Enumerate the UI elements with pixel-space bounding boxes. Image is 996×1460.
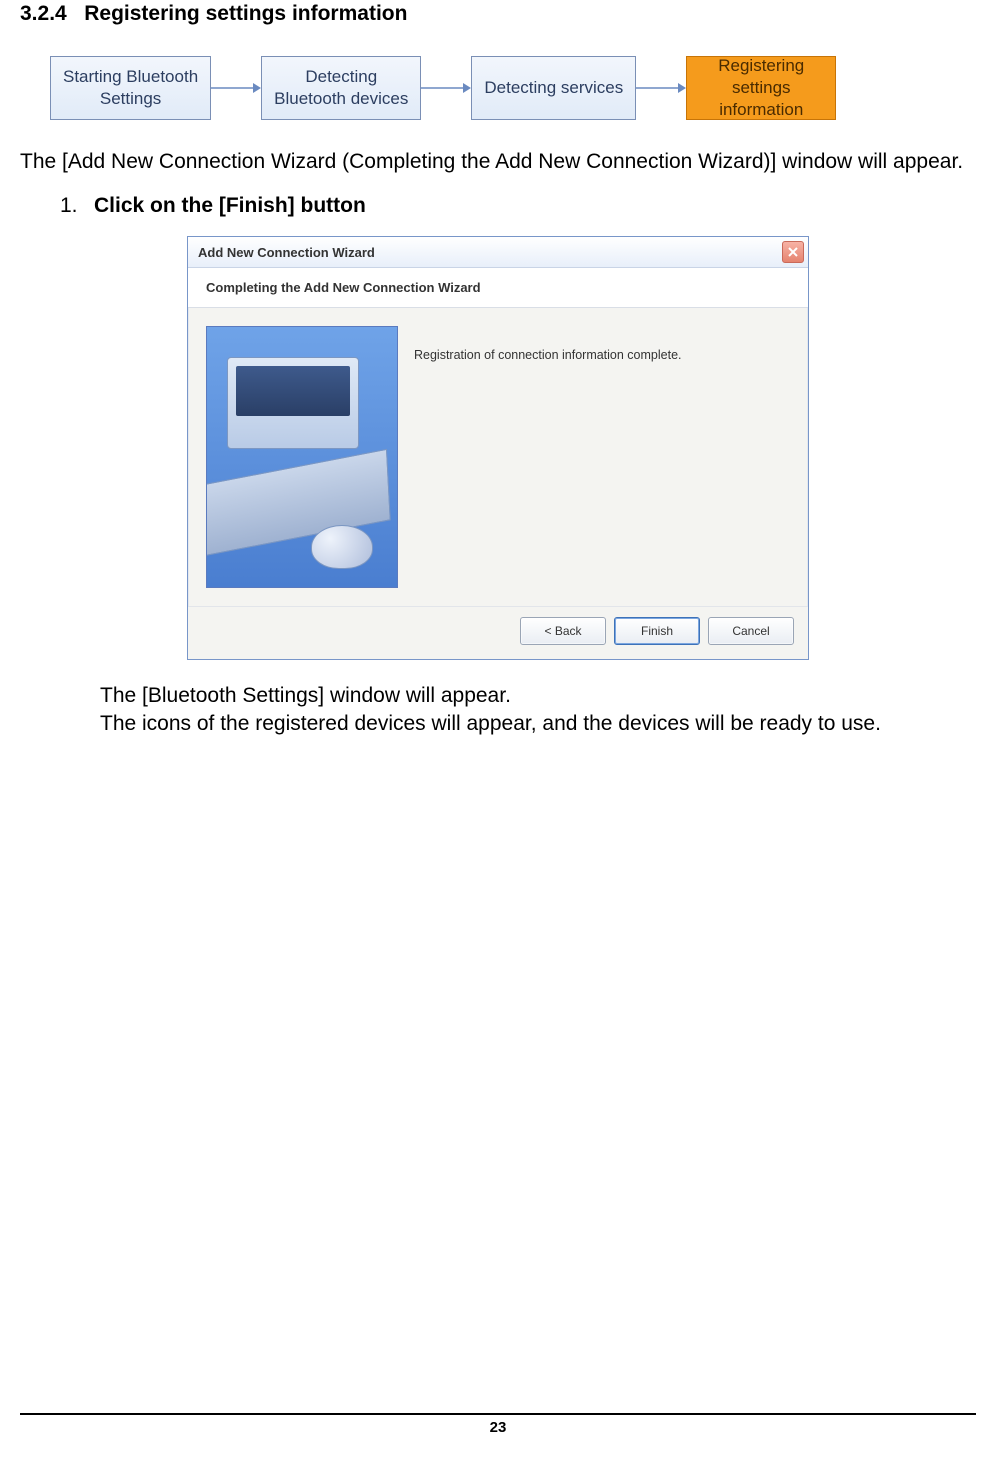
flow-step-3: Detecting services bbox=[471, 56, 636, 120]
back-button-label: < Back bbox=[544, 624, 581, 638]
wizard-illustration bbox=[206, 326, 398, 588]
after-shot-text: The [Bluetooth Settings] window will app… bbox=[100, 682, 920, 738]
arrow-icon bbox=[211, 82, 261, 94]
arrow-icon bbox=[421, 82, 471, 94]
wizard-banner: Completing the Add New Connection Wizard bbox=[188, 268, 808, 308]
flow-step-1: Starting Bluetooth Settings bbox=[50, 56, 211, 120]
mouse-icon bbox=[311, 525, 373, 569]
section-number: 3.2.4 bbox=[20, 2, 67, 25]
flow-step-4-active: Registering settings information bbox=[686, 56, 836, 120]
flow-step-2: Detecting Bluetooth devices bbox=[261, 56, 421, 120]
page-number: 23 bbox=[490, 1419, 507, 1436]
flow-step-4-line1: Registering bbox=[718, 55, 804, 77]
intro-paragraph: The [Add New Connection Wizard (Completi… bbox=[20, 148, 976, 176]
finish-button[interactable]: Finish bbox=[614, 617, 700, 645]
section-heading: 3.2.4 Registering settings information bbox=[20, 2, 976, 26]
flow-step-4-line3: information bbox=[719, 99, 803, 121]
finish-button-label: Finish bbox=[641, 624, 673, 638]
cancel-button[interactable]: Cancel bbox=[708, 617, 794, 645]
list-item: 1. Click on the [Finish] button bbox=[60, 194, 976, 218]
after-shot-line2: The icons of the registered devices will… bbox=[100, 710, 920, 738]
list-item-number: 1. bbox=[60, 194, 84, 218]
wizard-window: Add New Connection Wizard Completing the… bbox=[187, 236, 809, 660]
flow-step-2-line2: Bluetooth devices bbox=[274, 88, 408, 110]
cancel-button-label: Cancel bbox=[732, 624, 769, 638]
wizard-titlebar: Add New Connection Wizard bbox=[188, 237, 808, 268]
wizard-body: Registration of connection information c… bbox=[188, 308, 808, 606]
close-button[interactable] bbox=[782, 241, 804, 263]
laptop-icon bbox=[227, 357, 359, 449]
flow-step-1-line1: Starting Bluetooth bbox=[63, 66, 198, 88]
flow-step-4-line2: settings bbox=[732, 77, 791, 99]
wizard-body-text: Registration of connection information c… bbox=[414, 326, 790, 588]
section-title: Registering settings information bbox=[84, 2, 407, 25]
page-footer: 23 bbox=[20, 1413, 976, 1436]
wizard-button-row: < Back Finish Cancel bbox=[188, 606, 808, 659]
close-icon bbox=[787, 246, 799, 258]
flow-diagram: Starting Bluetooth Settings Detecting Bl… bbox=[50, 56, 976, 120]
list-item-label: Click on the [Finish] button bbox=[94, 194, 366, 218]
after-shot-line1: The [Bluetooth Settings] window will app… bbox=[100, 682, 920, 710]
back-button[interactable]: < Back bbox=[520, 617, 606, 645]
flow-step-3-line1: Detecting services bbox=[484, 77, 623, 99]
numbered-list: 1. Click on the [Finish] button bbox=[60, 194, 976, 218]
wizard-title: Add New Connection Wizard bbox=[198, 245, 375, 260]
flow-step-1-line2: Settings bbox=[100, 88, 161, 110]
arrow-icon bbox=[636, 82, 686, 94]
flow-step-2-line1: Detecting bbox=[305, 66, 377, 88]
